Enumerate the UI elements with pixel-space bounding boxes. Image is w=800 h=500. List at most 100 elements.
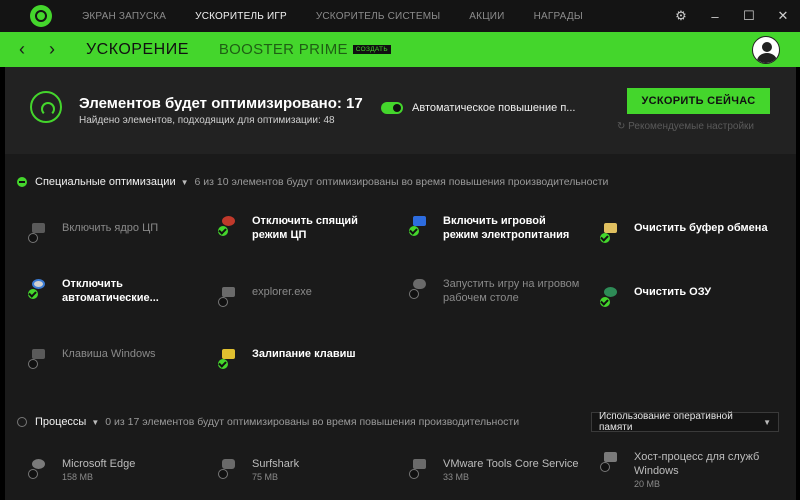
process-name: Хост-процесс для служб Windows	[634, 451, 760, 477]
section-toggle-icon[interactable]	[17, 177, 27, 187]
enabled-badge-icon	[218, 359, 228, 369]
vmware-icon	[409, 457, 431, 479]
keyboard-icon	[28, 347, 50, 369]
option-windows-key[interactable]: Клавиша Windows	[28, 347, 156, 369]
edge-icon	[28, 457, 50, 479]
process-name: Surfshark	[252, 458, 300, 470]
option-game-desktop[interactable]: Запустить игру на игровом рабочем столе	[409, 277, 583, 305]
speedometer-icon	[30, 91, 62, 123]
section-title: Специальные оптимизации	[35, 176, 176, 188]
option-label: Включить ядро ЦП	[62, 222, 159, 234]
main-content: Элементов будет оптимизировано: 17 Найде…	[5, 67, 796, 500]
gear-icon[interactable]: ⚙	[664, 8, 698, 24]
process-name: VMware Tools Core Service	[443, 458, 579, 470]
option-label: Залипание клавиш	[252, 348, 356, 360]
summary-title: Элементов будет оптимизировано: 17	[79, 95, 363, 112]
app-logo-icon	[30, 5, 52, 27]
disabled-badge-icon	[600, 462, 610, 472]
section-title: Процессы	[35, 416, 87, 428]
option-disable-cpu-sleep[interactable]: Отключить спящий режим ЦП	[218, 214, 392, 242]
option-label: Очистить ОЗУ	[634, 286, 712, 298]
option-label: Клавиша Windows	[62, 348, 156, 360]
option-explorer-exe[interactable]: explorer.exe	[218, 285, 312, 307]
disabled-badge-icon	[218, 469, 228, 479]
ram-gauge-icon	[600, 285, 622, 307]
avatar[interactable]	[752, 36, 780, 64]
process-name: Microsoft Edge	[62, 458, 136, 470]
option-label: Запустить игру на игровом рабочем столе	[443, 278, 580, 304]
boost-now-button[interactable]: УСКОРИТЬ СЕЙЧАС	[627, 88, 770, 114]
section-note: 6 из 10 элементов будут оптимизированы в…	[194, 176, 609, 188]
option-disable-auto-updates[interactable]: Отключить автоматические...	[28, 277, 172, 305]
tab-launch-screen[interactable]: ЭКРАН ЗАПУСКА	[82, 11, 166, 22]
top-navigation: ЭКРАН ЗАПУСКА УСКОРИТЕЛЬ ИГР УСКОРИТЕЛЬ …	[82, 11, 612, 22]
processes-header[interactable]: Процессы ▼ 0 из 17 элементов будут оптим…	[17, 416, 519, 428]
option-sticky-keys[interactable]: Залипание клавиш	[218, 347, 356, 369]
gamepad-icon	[409, 277, 431, 299]
enabled-badge-icon	[409, 226, 419, 236]
option-enable-cpu-core[interactable]: Включить ядро ЦП	[28, 221, 158, 243]
refresh-icon: ↻	[617, 121, 626, 132]
chevron-down-icon[interactable]: ▼	[91, 418, 99, 427]
disabled-badge-icon	[28, 469, 38, 479]
avatar-head-shape	[762, 42, 772, 52]
process-size: 158 MB	[62, 472, 94, 482]
enabled-badge-icon	[600, 297, 610, 307]
section-note: 0 из 17 элементов будут оптимизированы в…	[105, 416, 520, 428]
enabled-badge-icon	[600, 233, 610, 243]
surfshark-icon	[218, 457, 240, 479]
option-game-power-mode[interactable]: Включить игровой режим электропитания	[409, 214, 583, 242]
minimize-icon[interactable]: –	[698, 9, 732, 24]
enabled-badge-icon	[28, 289, 38, 299]
process-size: 33 MB	[443, 472, 470, 482]
option-label: Отключить автоматические...	[62, 278, 159, 304]
option-label: Включить игровой режим электропитания	[443, 215, 570, 241]
sub-navigation-bar: ‹ › УСКОРЕНИЕ BOOSTER PRIME СОЗДАТЬ	[0, 32, 800, 67]
process-item[interactable]: Surfshark 75 MB	[218, 457, 299, 482]
disabled-badge-icon	[409, 289, 419, 299]
special-optimizations-header[interactable]: Специальные оптимизации ▼ 6 из 10 элемен…	[17, 176, 608, 188]
disabled-badge-icon	[28, 233, 38, 243]
page-title[interactable]: УСКОРЕНИЕ	[86, 41, 189, 59]
close-icon[interactable]: ✕	[766, 8, 800, 24]
section-toggle-icon[interactable]	[17, 417, 27, 427]
forward-arrow-icon[interactable]: ›	[44, 39, 60, 60]
auto-boost-label: Автоматическое повышение п...	[412, 102, 576, 114]
windows-service-icon	[600, 450, 622, 472]
recommended-settings-link[interactable]: ↻ Рекомендуемые настройки	[617, 121, 754, 132]
summary-panel: Элементов будет оптимизировано: 17 Найде…	[5, 67, 796, 154]
tab-rewards[interactable]: НАГРАДЫ	[534, 11, 583, 22]
maximize-icon[interactable]: ☐	[732, 8, 766, 24]
option-label: Очистить буфер обмена	[634, 222, 768, 234]
option-clear-ram[interactable]: Очистить ОЗУ	[600, 285, 711, 307]
process-item[interactable]: VMware Tools Core Service 33 MB	[409, 457, 579, 482]
folder-icon	[218, 285, 240, 307]
process-item[interactable]: Microsoft Edge 158 MB	[28, 457, 135, 482]
window-controls: ⚙ – ☐ ✕	[664, 0, 800, 32]
option-clear-clipboard[interactable]: Очистить буфер обмена	[600, 221, 768, 243]
booster-prime-tab[interactable]: BOOSTER PRIME	[219, 41, 348, 58]
recommended-settings-label: Рекомендуемые настройки	[628, 121, 754, 132]
tab-deals[interactable]: АКЦИИ	[469, 11, 504, 22]
avatar-body-shape	[757, 53, 777, 63]
option-label: Отключить спящий режим ЦП	[252, 215, 358, 241]
disabled-badge-icon	[28, 359, 38, 369]
title-bar: ЭКРАН ЗАПУСКА УСКОРИТЕЛЬ ИГР УСКОРИТЕЛЬ …	[0, 0, 800, 32]
process-size: 20 MB	[634, 479, 661, 489]
power-mode-icon	[409, 214, 431, 236]
chevron-down-icon[interactable]: ▼	[181, 178, 189, 187]
tab-system-booster[interactable]: УСКОРИТЕЛЬ СИСТЕМЫ	[316, 11, 440, 22]
cpu-core-icon	[28, 221, 50, 243]
sort-dropdown[interactable]: Использование оперативной памяти ▼	[591, 411, 779, 433]
sort-dropdown-value: Использование оперативной памяти	[599, 411, 733, 433]
tab-game-booster[interactable]: УСКОРИТЕЛЬ ИГР	[195, 11, 287, 22]
summary-subtitle: Найдено элементов, подходящих для оптими…	[79, 115, 335, 126]
back-arrow-icon[interactable]: ‹	[14, 39, 30, 60]
process-item[interactable]: Хост-процесс для служб Windows 20 MB	[600, 450, 774, 489]
process-size: 75 MB	[252, 472, 279, 482]
auto-boost-toggle[interactable]	[381, 102, 403, 114]
create-badge[interactable]: СОЗДАТЬ	[352, 45, 391, 54]
update-icon	[28, 277, 50, 299]
disabled-badge-icon	[409, 469, 419, 479]
disabled-badge-icon	[218, 297, 228, 307]
